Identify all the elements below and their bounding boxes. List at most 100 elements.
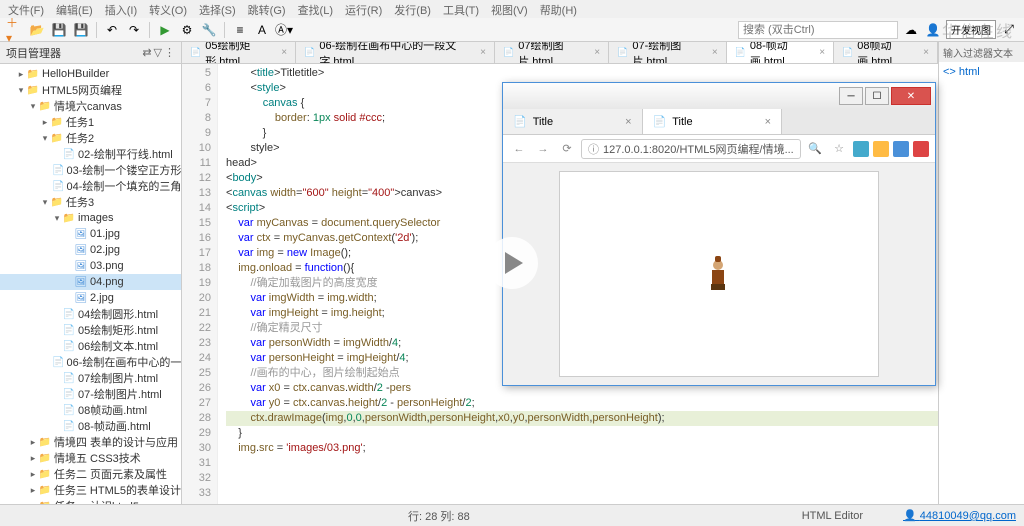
new-icon[interactable]: ＋▾: [6, 21, 24, 39]
close-icon[interactable]: ×: [625, 116, 631, 128]
tree-item[interactable]: 📄08帧动画.html: [0, 402, 181, 418]
tree-item[interactable]: ▾📁HTML5网页编程: [0, 82, 181, 98]
tree-item[interactable]: ▾📁任务3: [0, 194, 181, 210]
tree-item[interactable]: 📄06绘制文本.html: [0, 338, 181, 354]
menu-item[interactable]: 查找(L): [298, 2, 333, 16]
close-tab-icon[interactable]: ×: [281, 47, 287, 58]
redo-icon[interactable]: ↷: [125, 21, 143, 39]
menu-item[interactable]: 工具(T): [443, 2, 479, 16]
reload-icon[interactable]: ⟳: [557, 139, 577, 159]
tree-item[interactable]: 📄07-绘制图片.html: [0, 386, 181, 402]
editor-tab[interactable]: 📄08帧动画.html×: [834, 42, 938, 63]
browser-titlebar[interactable]: ─ ☐ ✕: [503, 83, 935, 109]
cut-icon[interactable]: ↶: [103, 21, 121, 39]
menu-item[interactable]: 帮助(H): [540, 2, 577, 16]
saveall-icon[interactable]: 💾: [72, 21, 90, 39]
tree-item[interactable]: ▸📁情境四 表单的设计与应用: [0, 434, 181, 450]
expand-icon[interactable]: ⤢: [1000, 21, 1018, 39]
close-tab-icon[interactable]: ×: [712, 47, 718, 58]
ext3-icon[interactable]: [893, 141, 909, 157]
search-icon[interactable]: 🔍: [805, 139, 825, 159]
search-input[interactable]: [738, 21, 898, 39]
menu-item[interactable]: 视图(V): [491, 2, 528, 16]
config-icon[interactable]: ⚙: [178, 21, 196, 39]
tree-item[interactable]: ▾📁任务2: [0, 130, 181, 146]
debug-icon[interactable]: 🔧: [200, 21, 218, 39]
menu-item[interactable]: 编辑(E): [56, 2, 93, 16]
back-icon[interactable]: ←: [509, 139, 529, 159]
close-tab-icon[interactable]: ×: [819, 47, 825, 58]
open-icon[interactable]: 📂: [28, 21, 46, 39]
browser-tab[interactable]: 📄Title×: [503, 109, 643, 134]
user-icon[interactable]: 👤: [924, 21, 942, 39]
menu-item[interactable]: 运行(R): [345, 2, 382, 16]
align-icon[interactable]: ≡: [231, 21, 249, 39]
tree-item[interactable]: 📄03-绘制一个镂空正方形.h: [0, 162, 181, 178]
panel-header: 项目管理器 ⇄ ▽ ⋮: [0, 42, 181, 64]
close-icon[interactable]: ×: [765, 116, 771, 128]
link-icon[interactable]: ⇄: [142, 46, 151, 59]
tree-item[interactable]: 📄08-帧动画.html: [0, 418, 181, 434]
ext2-icon[interactable]: [873, 141, 889, 157]
user-account[interactable]: 44810049@qq.com: [903, 509, 1016, 522]
font-icon[interactable]: Ⓐ▾: [275, 21, 293, 39]
tree-item[interactable]: 🖼02.jpg: [0, 242, 181, 258]
star-icon[interactable]: ☆: [829, 139, 849, 159]
editor-tab[interactable]: 📄07绘制图片.html×: [495, 42, 609, 63]
close-button[interactable]: ✕: [891, 87, 931, 105]
menu-item[interactable]: 转义(O): [149, 2, 187, 16]
tree-item[interactable]: ▸📁情境五 CSS3技术: [0, 450, 181, 466]
tree-item[interactable]: ▸📁HelloHBuilder: [0, 66, 181, 82]
tree-item[interactable]: 📄05绘制矩形.html: [0, 322, 181, 338]
tree-item[interactable]: ▾📁images: [0, 210, 181, 226]
save-icon[interactable]: 💾: [50, 21, 68, 39]
tree-item[interactable]: 📄07绘制图片.html: [0, 370, 181, 386]
tree-item[interactable]: ▸📁任务三 HTML5的表单设计: [0, 482, 181, 498]
url-field[interactable]: ⓘ127.0.0.1:8020/HTML5网页编程/情境...: [581, 139, 801, 159]
format-icon[interactable]: A: [253, 21, 271, 39]
menu-icon[interactable]: ⋮: [164, 46, 175, 59]
minimize-button[interactable]: ─: [839, 87, 863, 105]
forward-icon[interactable]: →: [533, 139, 553, 159]
menu-item[interactable]: 插入(I): [105, 2, 137, 16]
editor-tab[interactable]: 📄07-绘制图片.html×: [609, 42, 727, 63]
close-tab-icon[interactable]: ×: [923, 47, 929, 58]
tree-item[interactable]: ▸📁任务1: [0, 114, 181, 130]
tree-item[interactable]: 🖼2.jpg: [0, 290, 181, 306]
run-icon[interactable]: ▶: [156, 21, 174, 39]
tree-item[interactable]: 📄02-绘制平行线.html: [0, 146, 181, 162]
browser-addressbar: ← → ⟳ ⓘ127.0.0.1:8020/HTML5网页编程/情境... 🔍 …: [503, 135, 935, 163]
tree-item[interactable]: ▸📁任务一 认识html5: [0, 498, 181, 504]
close-tab-icon[interactable]: ×: [594, 47, 600, 58]
line-gutter: 5678910111213141516171819202122232425262…: [182, 64, 218, 504]
outline-item[interactable]: <> html: [939, 62, 1024, 82]
tree-item[interactable]: 🖼03.png: [0, 258, 181, 274]
editor-tab[interactable]: 📄08-帧动画.html×: [727, 42, 834, 63]
menu-item[interactable]: 跳转(G): [248, 2, 286, 16]
menu-item[interactable]: 选择(S): [199, 2, 236, 16]
tree-item[interactable]: 📄04绘制圆形.html: [0, 306, 181, 322]
ext1-icon[interactable]: [853, 141, 869, 157]
close-tab-icon[interactable]: ×: [480, 47, 486, 58]
cloud-icon[interactable]: ☁: [902, 21, 920, 39]
filter-label: 输入过滤器文本: [939, 42, 1024, 62]
menu-item[interactable]: 发行(B): [394, 2, 431, 16]
tree-item[interactable]: ▾📁情境六canvas: [0, 98, 181, 114]
tree-item[interactable]: 🖼04.png: [0, 274, 181, 290]
tree-item[interactable]: 📄06-绘制在画布中心的一段: [0, 354, 181, 370]
browser-window[interactable]: ─ ☐ ✕ 📄Title×📄Title× ← → ⟳ ⓘ127.0.0.1:80…: [502, 82, 936, 386]
maximize-button[interactable]: ☐: [865, 87, 889, 105]
editor-tab[interactable]: 📄05绘制矩形.html×: [182, 42, 296, 63]
ext4-icon[interactable]: [913, 141, 929, 157]
menubar: 文件(F)编辑(E)插入(I)转义(O)选择(S)跳转(G)查找(L)运行(R)…: [0, 0, 1024, 18]
editor-tab[interactable]: 📄06-绘制在画布中心的一段文字.html×: [296, 42, 495, 63]
tree-item[interactable]: ▸📁任务二 页面元素及属性: [0, 466, 181, 482]
outline-panel: 输入过滤器文本 <> html: [938, 42, 1024, 504]
tree-item[interactable]: 📄04-绘制一个填充的三角形: [0, 178, 181, 194]
editor-tabs: 📄05绘制矩形.html×📄06-绘制在画布中心的一段文字.html×📄07绘制…: [182, 42, 938, 64]
tree-item[interactable]: 🖼01.jpg: [0, 226, 181, 242]
browser-tab[interactable]: 📄Title×: [643, 109, 783, 134]
project-tree[interactable]: ▸📁HelloHBuilder▾📁HTML5网页编程▾📁情境六canvas▸📁任…: [0, 64, 181, 504]
collapse-icon[interactable]: ▽: [154, 46, 162, 59]
dev-view-button[interactable]: 开发视图: [946, 20, 996, 39]
